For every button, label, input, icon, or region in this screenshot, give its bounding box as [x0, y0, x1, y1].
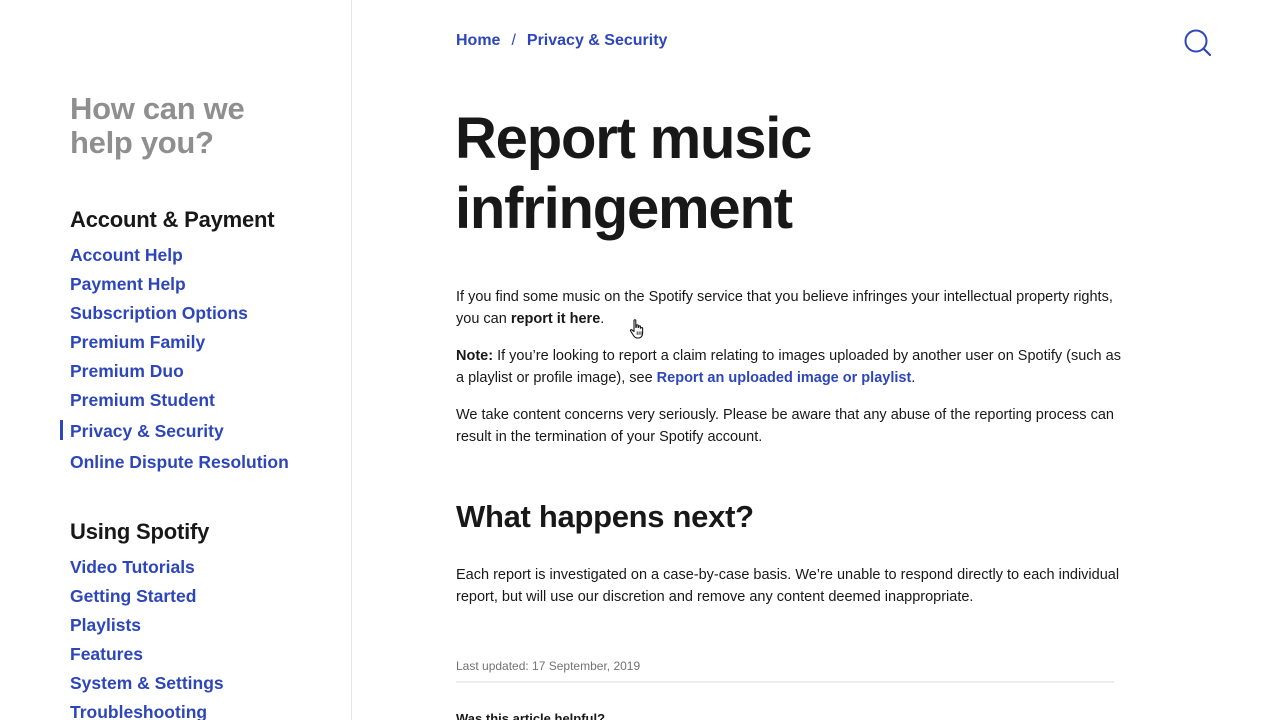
note-label: Note:: [456, 348, 494, 364]
nav-section-title: Account & Payment: [70, 207, 275, 232]
paragraph-end: .: [600, 311, 605, 327]
breadcrumb-separator: /: [511, 32, 516, 49]
nav-section-account-payment: Account & Payment Account Help Payment H…: [60, 206, 289, 480]
breadcrumb-current-link[interactable]: Privacy & Security: [527, 32, 668, 49]
sidebar-item-getting-started[interactable]: Getting Started: [70, 585, 224, 614]
breadcrumb-home-link[interactable]: Home: [456, 32, 500, 49]
last-updated-text: Last updated: 17 September, 2019: [456, 659, 641, 673]
sidebar-item-playlists[interactable]: Playlists: [70, 614, 224, 643]
sidebar: How can we help you? Account & Payment A…: [0, 0, 352, 720]
page-title-line2: infringement: [455, 176, 793, 241]
nav-section-using-spotify: Using Spotify Video Tutorials Getting St…: [70, 518, 224, 720]
section-heading: What happens next?: [456, 499, 754, 534]
page-title-line1: Report music: [455, 106, 812, 171]
search-button[interactable]: [1181, 26, 1215, 60]
sidebar-item-account-help[interactable]: Account Help: [70, 244, 289, 273]
report-it-here-link[interactable]: report it here: [511, 311, 600, 327]
article-paragraph-warning: We take content concerns very seriously.…: [456, 407, 1114, 445]
sidebar-item-features[interactable]: Features: [70, 643, 224, 672]
breadcrumb: Home / Privacy & Security: [456, 31, 667, 51]
page-title: Report music infringement: [455, 104, 955, 244]
helpful-question: Was this article helpful?: [456, 711, 606, 720]
nav-list: Account Help Payment Help Subscription O…: [60, 244, 289, 480]
nav-section-title: Using Spotify: [70, 519, 210, 544]
article-paragraph-note: Note: If you’re looking to report a clai…: [456, 345, 1121, 389]
sidebar-item-premium-duo[interactable]: Premium Duo: [70, 360, 289, 389]
paragraph-end: .: [911, 370, 916, 386]
nav-list: Video Tutorials Getting Started Playlist…: [70, 556, 224, 720]
sidebar-item-subscription-options[interactable]: Subscription Options: [70, 302, 289, 331]
sidebar-item-video-tutorials[interactable]: Video Tutorials: [70, 556, 224, 585]
help-page: How can we help you? Account & Payment A…: [0, 0, 1280, 720]
sidebar-item-privacy-security[interactable]: Privacy & Security: [60, 420, 289, 451]
sidebar-item-payment-help[interactable]: Payment Help: [70, 273, 289, 302]
divider: [456, 681, 1114, 683]
article-paragraph-intro: If you find some music on the Spotify se…: [456, 286, 1121, 330]
sidebar-item-premium-student[interactable]: Premium Student: [70, 389, 289, 420]
sidebar-item-troubleshooting[interactable]: Troubleshooting: [70, 701, 224, 720]
search-icon: [1184, 29, 1212, 57]
sidebar-item-premium-family[interactable]: Premium Family: [70, 331, 289, 360]
sidebar-heading: How can we help you?: [70, 91, 245, 160]
sidebar-item-online-dispute-resolution[interactable]: Online Dispute Resolution: [70, 451, 289, 480]
report-uploaded-image-link[interactable]: Report an uploaded image or playlist: [657, 370, 912, 386]
article-paragraph-next: Each report is investigated on a case-by…: [456, 567, 1120, 605]
sidebar-item-system-settings[interactable]: System & Settings: [70, 672, 224, 701]
